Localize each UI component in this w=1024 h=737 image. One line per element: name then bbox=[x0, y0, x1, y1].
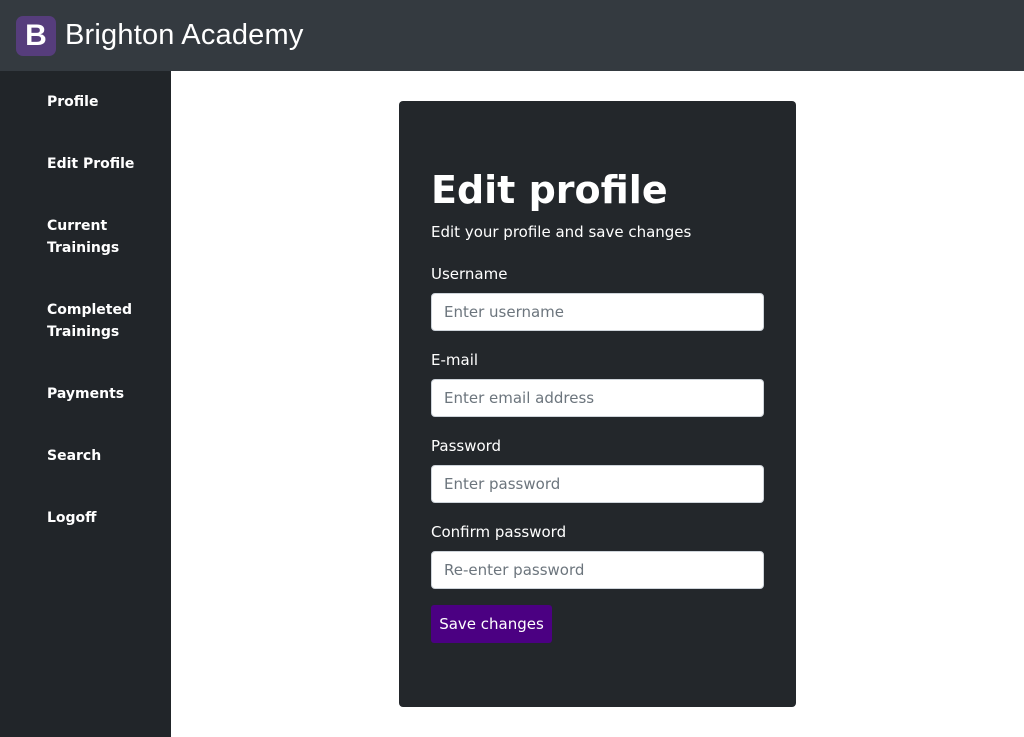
password-input[interactable] bbox=[431, 465, 764, 503]
username-input[interactable] bbox=[431, 293, 764, 331]
sidebar: Profile Edit Profile Current Trainings C… bbox=[0, 71, 171, 737]
username-label: Username bbox=[431, 265, 508, 283]
sidebar-item-payments[interactable]: Payments bbox=[47, 383, 157, 405]
top-navbar: B Brighton Academy bbox=[0, 0, 1024, 71]
page-subtitle: Edit your profile and save changes bbox=[431, 223, 692, 241]
main-content: Edit profile Edit your profile and save … bbox=[171, 71, 1024, 737]
sidebar-item-search[interactable]: Search bbox=[47, 445, 157, 467]
brand-name[interactable]: Brighton Academy bbox=[65, 19, 304, 52]
sidebar-item-logoff[interactable]: Logoff bbox=[47, 507, 157, 529]
confirm-password-input[interactable] bbox=[431, 551, 764, 589]
email-input[interactable] bbox=[431, 379, 764, 417]
password-label: Password bbox=[431, 437, 502, 455]
sidebar-item-profile[interactable]: Profile bbox=[47, 91, 157, 113]
confirm-password-label: Confirm password bbox=[431, 523, 567, 541]
page-title: Edit profile bbox=[431, 168, 668, 212]
email-label: E-mail bbox=[431, 351, 479, 369]
bootstrap-logo-icon[interactable]: B bbox=[16, 15, 56, 56]
edit-profile-card: Edit profile Edit your profile and save … bbox=[399, 101, 796, 707]
sidebar-item-current-trainings[interactable]: Current Trainings bbox=[47, 215, 127, 259]
sidebar-item-edit-profile[interactable]: Edit Profile bbox=[47, 153, 157, 175]
sidebar-item-completed-trainings[interactable]: Completed Trainings bbox=[47, 299, 137, 343]
save-changes-button[interactable]: Save changes bbox=[431, 605, 552, 643]
